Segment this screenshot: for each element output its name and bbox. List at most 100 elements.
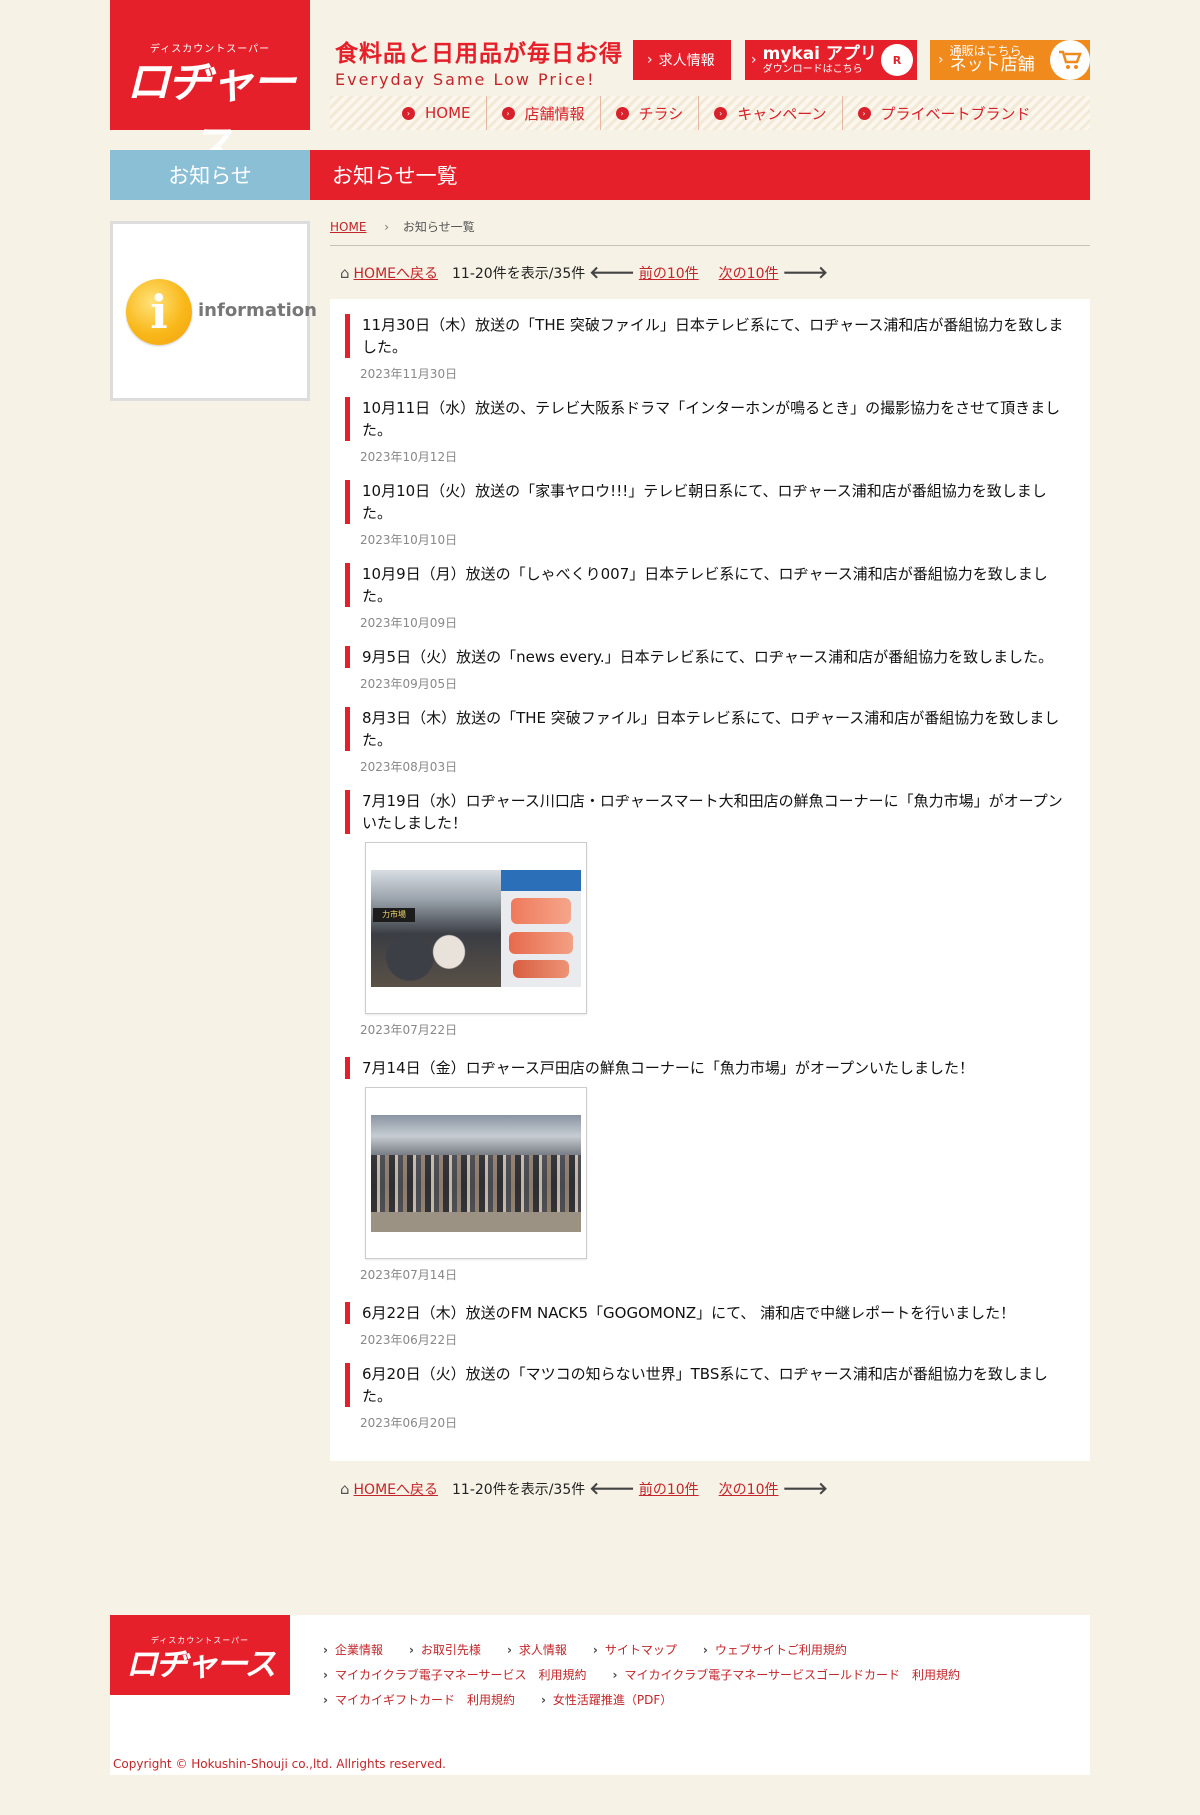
global-navigation: › HOME › 店舗情報 › チラシ › キャンペーン › プライベートブランド — [330, 96, 1090, 130]
arrow-circle-icon: › — [615, 106, 629, 120]
news-date: 2023年06月22日 — [360, 1333, 458, 1347]
chevron-right-icon: › — [647, 52, 653, 68]
news-item[interactable]: 10月11日（水）放送の、テレビ大阪系ドラマ「インターホンが鳴るとき」の撮影協力… — [345, 397, 1075, 465]
news-title[interactable]: 10月9日（月）放送の「しゃべくり007」日本テレビ系にて、ロヂャース浦和店が番… — [345, 563, 1075, 607]
information-word: information — [198, 300, 317, 321]
online-shop-button[interactable]: › 通販はこちら ネット店舗 — [930, 40, 1090, 80]
footer-link-partners[interactable]: お取引先様 — [409, 1638, 481, 1663]
nav-stores[interactable]: › 店舗情報 — [487, 96, 601, 130]
news-title[interactable]: 9月5日（火）放送の「news every.」日本テレビ系にて、ロヂャース浦和店… — [345, 646, 1075, 668]
arrow-circle-icon: › — [857, 106, 871, 120]
news-date: 2023年11月30日 — [360, 367, 458, 381]
arrow-left-icon: 🡐 — [589, 1479, 635, 1499]
arrow-circle-icon: › — [714, 106, 728, 120]
news-date: 2023年07月14日 — [360, 1268, 458, 1282]
app-button-title: mykai アプリ — [762, 43, 877, 64]
news-date: 2023年10月12日 — [360, 450, 458, 464]
news-title[interactable]: 10月10日（火）放送の「家事ヤロウ!!!」テレビ朝日系にて、ロヂャース浦和店が… — [345, 480, 1075, 524]
footer-link-terms[interactable]: ウェブサイトご利用規約 — [703, 1638, 847, 1663]
fish-market-photo: 力市場 — [371, 869, 581, 987]
news-title[interactable]: 7月19日（水）ロヂャース川口店・ロヂャースマート大和田店の鮮魚コーナーに「魚力… — [345, 790, 1075, 834]
pager-range: 11-20件を表示/35件 — [452, 1482, 586, 1498]
news-item[interactable]: 11月30日（木）放送の「THE 突破ファイル」日本テレビ系にて、ロヂャース浦和… — [345, 314, 1075, 382]
news-item[interactable]: 7月19日（水）ロヂャース川口店・ロヂャースマート大和田店の鮮魚コーナーに「魚力… — [345, 790, 1075, 1038]
back-to-home-link[interactable]: HOMEへ戻る — [354, 263, 438, 283]
news-date: 2023年08月03日 — [360, 760, 458, 774]
arrow-circle-icon: › — [501, 106, 515, 120]
mykai-app-button[interactable]: › mykai アプリ ダウンロードはこちら R — [745, 40, 917, 80]
footer-link-emoney-terms[interactable]: マイカイクラブ電子マネーサービス 利用規約 — [323, 1663, 587, 1688]
news-title[interactable]: 6月22日（木）放送のFM NACK5「GOGOMONZ」にて、 浦和店で中継レ… — [345, 1302, 1075, 1324]
nav-campaign[interactable]: › キャンペーン — [699, 96, 843, 130]
news-date: 2023年09月05日 — [360, 677, 458, 691]
information-banner: i information — [110, 221, 317, 401]
news-item[interactable]: 9月5日（火）放送の「news every.」日本テレビ系にて、ロヂャース浦和店… — [345, 646, 1075, 692]
arrow-left-icon: 🡐 — [589, 263, 635, 283]
next-page-link[interactable]: 次の10件 — [719, 1479, 779, 1499]
news-date: 2023年10月09日 — [360, 616, 458, 630]
app-button-subtitle: ダウンロードはこちら — [762, 63, 863, 75]
information-icon: i — [126, 279, 192, 345]
news-item[interactable]: 6月22日（木）放送のFM NACK5「GOGOMONZ」にて、 浦和店で中継レ… — [345, 1302, 1075, 1348]
news-item[interactable]: 10月10日（火）放送の「家事ヤロウ!!!」テレビ朝日系にて、ロヂャース浦和店が… — [345, 480, 1075, 548]
nav-label: キャンペーン — [737, 104, 827, 123]
news-item[interactable]: 10月9日（月）放送の「しゃべくり007」日本テレビ系にて、ロヂャース浦和店が番… — [345, 563, 1075, 631]
news-thumbnail[interactable] — [365, 1087, 587, 1259]
tagline: 食料品と日用品が毎日お得 Everyday Same Low Price! — [335, 34, 623, 89]
shop-button-title: ネット店舗 — [949, 55, 1035, 76]
footer-link-gold-card-terms[interactable]: マイカイクラブ電子マネーサービスゴールドカード 利用規約 — [612, 1663, 960, 1688]
nav-private-brand[interactable]: › プライベートブランド — [843, 96, 1046, 130]
home-icon: ⌂ — [340, 1480, 350, 1498]
nav-label: プライベートブランド — [880, 104, 1031, 123]
news-date: 2023年06月20日 — [360, 1416, 458, 1430]
breadcrumb-current: お知らせ一覧 — [402, 220, 475, 234]
footer-link-gift-card-terms[interactable]: マイカイギフトカード 利用規約 — [323, 1688, 515, 1713]
site-logo[interactable]: ディスカウントスーパー ロヂャース — [110, 0, 310, 172]
news-item[interactable]: 6月20日（火）放送の「マツコの知らない世界」TBS系にて、ロヂャース浦和店が番… — [345, 1363, 1075, 1431]
chevron-right-icon: › — [751, 52, 757, 68]
news-title[interactable]: 7月14日（金）ロヂャース戸田店の鮮魚コーナーに「魚力市場」がオープンいたしまし… — [345, 1057, 1075, 1079]
prev-page-link[interactable]: 前の10件 — [639, 263, 699, 283]
news-date: 2023年10月10日 — [360, 533, 458, 547]
copyright: Copyright © Hokushin-Shouji co.,ltd. All… — [113, 1757, 446, 1771]
nav-flyers[interactable]: › チラシ — [601, 96, 700, 130]
photo-sign-text: 力市場 — [373, 907, 415, 922]
cart-icon — [1050, 40, 1090, 80]
back-to-home-link[interactable]: HOMEへ戻る — [354, 1479, 438, 1499]
sidebar-title: お知らせ — [110, 150, 310, 200]
footer-logo[interactable]: ディスカウントスーパー ロヂャース — [110, 1615, 290, 1695]
nav-label: HOME — [425, 104, 471, 122]
footer-link-company[interactable]: 企業情報 — [323, 1638, 383, 1663]
footer: ディスカウントスーパー ロヂャース 企業情報 お取引先様 求人情報 サイトマップ… — [110, 1615, 1090, 1775]
pager-top: ⌂ HOMEへ戻る 11-20件を表示/35件 🡐 前の10件 次の10件 🡒 — [340, 263, 832, 283]
tagline-english: Everyday Same Low Price! — [335, 70, 596, 89]
page-title: お知らせ一覧 — [310, 150, 1090, 200]
nav-label: 店舗情報 — [524, 104, 585, 123]
job-info-button[interactable]: › 求人情報 — [633, 40, 731, 80]
pager-bottom: ⌂ HOMEへ戻る 11-20件を表示/35件 🡐 前の10件 次の10件 🡒 — [340, 1479, 832, 1499]
chevron-right-icon: › — [384, 220, 390, 234]
next-page-link[interactable]: 次の10件 — [719, 263, 779, 283]
breadcrumb: HOME › お知らせ一覧 — [330, 218, 1090, 246]
news-list: 11月30日（木）放送の「THE 突破ファイル」日本テレビ系にて、ロヂャース浦和… — [330, 299, 1090, 1461]
chevron-right-icon: › — [938, 52, 944, 68]
prev-page-link[interactable]: 前の10件 — [639, 1479, 699, 1499]
arrow-right-icon: 🡒 — [782, 263, 829, 283]
news-title[interactable]: 11月30日（木）放送の「THE 突破ファイル」日本テレビ系にて、ロヂャース浦和… — [345, 314, 1075, 358]
breadcrumb-home-link[interactable]: HOME — [330, 220, 366, 234]
nav-label: チラシ — [638, 104, 684, 123]
news-date: 2023年07月22日 — [360, 1023, 458, 1037]
news-thumbnail[interactable]: 力市場 — [365, 842, 587, 1014]
news-title[interactable]: 6月20日（火）放送の「マツコの知らない世界」TBS系にて、ロヂャース浦和店が番… — [345, 1363, 1075, 1407]
arrow-circle-icon: › — [402, 106, 415, 120]
news-title[interactable]: 10月11日（水）放送の、テレビ大阪系ドラマ「インターホンが鳴るとき」の撮影協力… — [345, 397, 1075, 441]
footer-link-jobs[interactable]: 求人情報 — [507, 1638, 567, 1663]
news-title[interactable]: 8月3日（木）放送の「THE 突破ファイル」日本テレビ系にて、ロヂャース浦和店が… — [345, 707, 1075, 751]
footer-links: 企業情報 お取引先様 求人情報 サイトマップ ウェブサイトご利用規約 マイカイク… — [323, 1638, 1083, 1713]
footer-link-women-pdf[interactable]: 女性活躍推進（PDF） — [541, 1688, 672, 1713]
news-item[interactable]: 8月3日（木）放送の「THE 突破ファイル」日本テレビ系にて、ロヂャース浦和店が… — [345, 707, 1075, 775]
news-item[interactable]: 7月14日（金）ロヂャース戸田店の鮮魚コーナーに「魚力市場」がオープンいたしまし… — [345, 1057, 1075, 1283]
footer-link-sitemap[interactable]: サイトマップ — [593, 1638, 677, 1663]
nav-home[interactable]: › HOME — [330, 96, 487, 130]
arrow-right-icon: 🡒 — [782, 1479, 829, 1499]
